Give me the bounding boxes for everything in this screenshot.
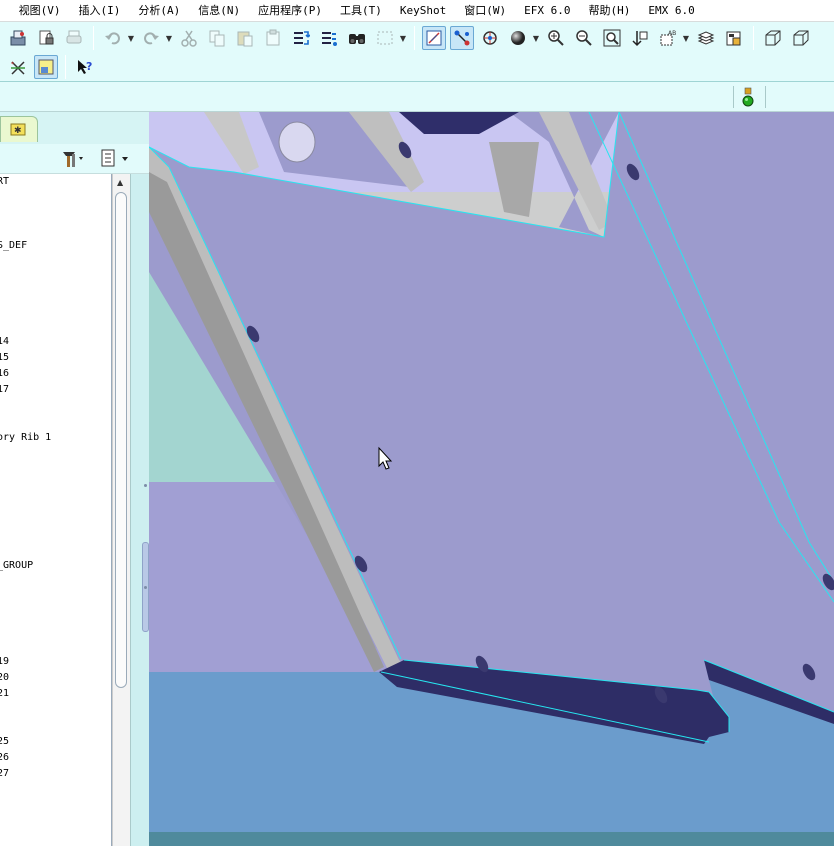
tree-item[interactable]: 17: [0, 384, 9, 396]
mounting-hole: [278, 121, 316, 163]
shade-dropdown-icon[interactable]: ▼: [532, 26, 540, 50]
datum-axis-icon[interactable]: [450, 26, 474, 50]
menu-edit-partial[interactable]: ): [0, 0, 10, 22]
tree-settings-icon[interactable]: [60, 148, 84, 170]
tree-item[interactable]: 25: [0, 736, 9, 748]
toolbar-row-1: ▼ ▼ ▼ ▼ AB ▼: [0, 24, 815, 52]
menu-bar: ) 视图(V) 插入(I) 分析(A) 信息(N) 应用程序(P) 工具(T) …: [0, 0, 834, 22]
model-tree-toolbar: [0, 144, 149, 174]
menu-tools[interactable]: 工具(T): [331, 0, 391, 22]
toolbar-separator: [65, 55, 66, 79]
graphics-window[interactable]: [149, 112, 834, 846]
menu-view[interactable]: 视图(V): [10, 0, 70, 22]
context-help-icon[interactable]: ?: [73, 55, 97, 79]
zoom-out-icon[interactable]: [572, 26, 596, 50]
menu-help[interactable]: 帮助(H): [579, 0, 639, 22]
shade-icon[interactable]: [506, 26, 530, 50]
bg-band: [149, 832, 834, 846]
tree-item[interactable]: 26: [0, 752, 9, 764]
scroll-up-icon[interactable]: ▲: [117, 178, 123, 187]
toolbar-row-2: * ?: [0, 53, 99, 81]
tree-item[interactable]: ory Rib 1: [0, 432, 51, 444]
sash-grip-dot: [144, 586, 147, 589]
find-icon[interactable]: [345, 26, 369, 50]
menu-keyshot[interactable]: KeyShot: [391, 0, 455, 22]
menu-insert[interactable]: 插入(I): [70, 0, 130, 22]
save-icon[interactable]: [6, 26, 30, 50]
tree-item[interactable]: 19: [0, 656, 9, 668]
toolbar-separator: [414, 26, 415, 50]
tree-item[interactable]: 14: [0, 336, 9, 348]
regenerate-icon[interactable]: [289, 26, 313, 50]
navigator-panel: ✱ RT S_DEF 14 15 16 17 ory Rib 1 _GROUP …: [0, 112, 149, 846]
tree-item[interactable]: 16: [0, 368, 9, 380]
saved-views-icon[interactable]: AB: [656, 26, 680, 50]
display-style-icon[interactable]: [34, 55, 58, 79]
svg-text:✱: ✱: [14, 126, 22, 136]
panel-sash[interactable]: [130, 174, 149, 846]
tree-show-icon[interactable]: [98, 148, 132, 170]
menu-applications[interactable]: 应用程序(P): [249, 0, 331, 22]
annotation-display-icon[interactable]: *: [6, 55, 30, 79]
redo-icon[interactable]: [139, 26, 163, 50]
tree-scrollbar[interactable]: ▲: [112, 174, 130, 846]
cut-icon[interactable]: [177, 26, 201, 50]
view-manager-icon[interactable]: [722, 26, 746, 50]
reorient-icon[interactable]: [628, 26, 652, 50]
select-dropdown-icon[interactable]: ▼: [399, 26, 407, 50]
tab-folder-browser[interactable]: ✱: [0, 116, 38, 142]
tree-item[interactable]: RT: [0, 176, 9, 188]
sash-grip-dot: [144, 484, 147, 487]
model-render: [149, 112, 834, 846]
lock-icon[interactable]: [34, 26, 58, 50]
model-tree: RT S_DEF 14 15 16 17 ory Rib 1 _GROUP 19…: [0, 174, 112, 846]
svg-text:?: ?: [86, 60, 92, 73]
zoom-in-icon[interactable]: [544, 26, 568, 50]
toolbar-separator: [93, 26, 94, 50]
tree-item[interactable]: _GROUP: [0, 560, 33, 572]
menu-info[interactable]: 信息(N): [189, 0, 249, 22]
refit-icon[interactable]: [600, 26, 624, 50]
status-divider: [733, 86, 734, 108]
paste-icon[interactable]: [233, 26, 257, 50]
menu-analysis[interactable]: 分析(A): [129, 0, 189, 22]
tree-item[interactable]: 21: [0, 688, 9, 700]
wireframe-icon[interactable]: [761, 26, 785, 50]
menu-window[interactable]: 窗口(W): [455, 0, 515, 22]
print-icon[interactable]: [62, 26, 86, 50]
tree-item[interactable]: 20: [0, 672, 9, 684]
status-strip: [0, 82, 834, 112]
menu-efx[interactable]: EFX 6.0: [515, 0, 579, 22]
copy-icon[interactable]: [205, 26, 229, 50]
svg-text:AB: AB: [668, 30, 676, 37]
select-box-icon[interactable]: [373, 26, 397, 50]
navigator-tabs: ✱: [0, 112, 149, 144]
tree-item[interactable]: S_DEF: [0, 240, 27, 252]
undo-dropdown-icon[interactable]: ▼: [127, 26, 135, 50]
menu-emx[interactable]: EMX 6.0: [639, 0, 703, 22]
paste-special-icon[interactable]: [261, 26, 285, 50]
tree-item[interactable]: 27: [0, 768, 9, 780]
toolbar-separator: [753, 26, 754, 50]
tree-item[interactable]: 15: [0, 352, 9, 364]
regeneration-status-icon[interactable]: [741, 87, 755, 109]
undo-icon[interactable]: [101, 26, 125, 50]
status-divider: [765, 86, 766, 108]
svg-text:*: *: [11, 61, 14, 68]
scrollbar-thumb[interactable]: [115, 192, 127, 688]
hidden-line-icon[interactable]: [789, 26, 813, 50]
saved-views-dropdown-icon[interactable]: ▼: [682, 26, 690, 50]
spin-center-icon[interactable]: [478, 26, 502, 50]
datum-display-icon[interactable]: [422, 26, 446, 50]
regenerate-manager-icon[interactable]: [317, 26, 341, 50]
main-toolbar: ▼ ▼ ▼ ▼ AB ▼ * ?: [0, 22, 834, 82]
layers-icon[interactable]: [694, 26, 718, 50]
redo-dropdown-icon[interactable]: ▼: [165, 26, 173, 50]
